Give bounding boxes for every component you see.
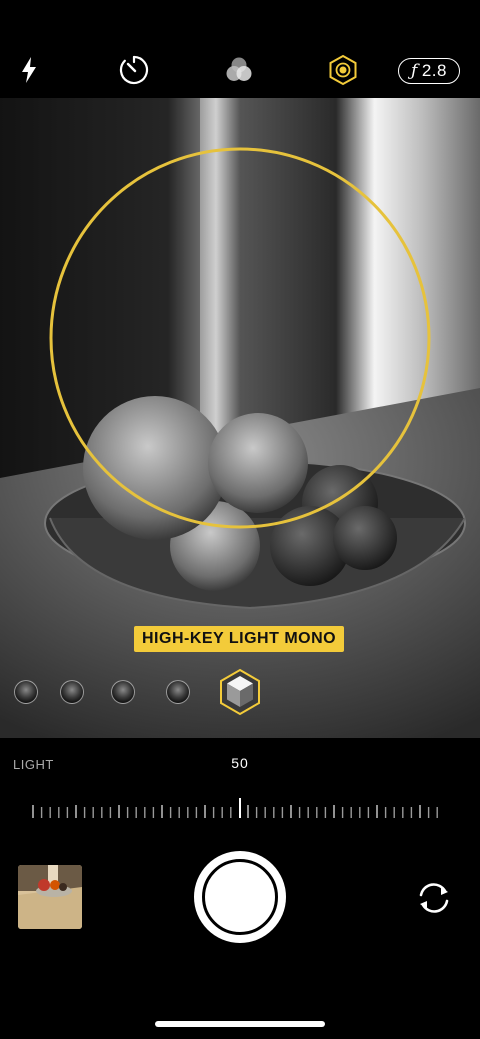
top-toolbar: ƒ 2.8 <box>0 0 480 98</box>
last-photo-thumbnail[interactable] <box>18 865 82 929</box>
slider-value: 50 <box>231 755 249 771</box>
flash-icon[interactable] <box>11 52 47 88</box>
shutter-button[interactable] <box>194 851 286 943</box>
lighting-option-studio[interactable] <box>60 680 84 704</box>
camera-flip-icon[interactable] <box>414 878 454 918</box>
lighting-option-high-key-mono[interactable] <box>218 668 262 716</box>
lighting-option-contour[interactable] <box>111 680 135 704</box>
aperture-button[interactable]: ƒ 2.8 <box>398 58 460 84</box>
aperture-symbol: ƒ <box>411 61 418 81</box>
lighting-selector <box>0 662 480 722</box>
aperture-value: 2.8 <box>421 61 447 80</box>
lighting-option-stage[interactable] <box>166 680 190 704</box>
timer-icon[interactable] <box>116 52 152 88</box>
portrait-lighting-icon[interactable] <box>325 52 361 88</box>
lighting-option-natural[interactable] <box>14 680 38 704</box>
light-slider-panel: LIGHT 50 <box>0 738 480 848</box>
filters-icon[interactable] <box>221 52 257 88</box>
light-slider[interactable] <box>0 798 480 824</box>
home-indicator[interactable] <box>155 1021 325 1027</box>
lighting-effect-label: HIGH-KEY LIGHT MONO <box>134 626 345 652</box>
